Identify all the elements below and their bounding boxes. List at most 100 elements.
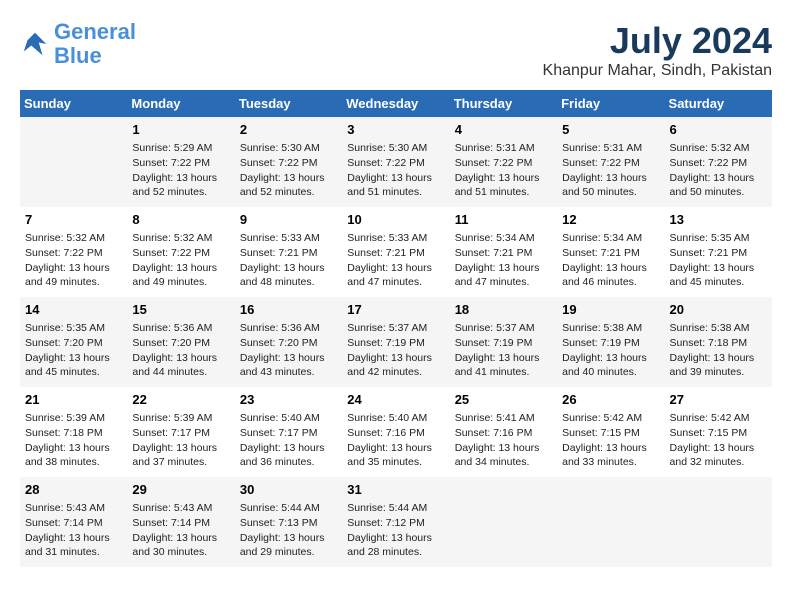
day-number: 2: [240, 121, 337, 139]
day-info: Sunrise: 5:31 AM Sunset: 7:22 PM Dayligh…: [455, 141, 552, 200]
logo-text: General Blue: [54, 20, 136, 68]
day-number: 26: [562, 391, 659, 409]
location: Khanpur Mahar, Sindh, Pakistan: [543, 62, 772, 80]
day-info: Sunrise: 5:29 AM Sunset: 7:22 PM Dayligh…: [132, 141, 229, 200]
calendar-cell: 1 Sunrise: 5:29 AM Sunset: 7:22 PM Daylig…: [127, 117, 234, 207]
day-info: Sunrise: 5:32 AM Sunset: 7:22 PM Dayligh…: [25, 231, 122, 290]
day-number: 27: [670, 391, 767, 409]
day-info: Sunrise: 5:43 AM Sunset: 7:14 PM Dayligh…: [25, 501, 122, 560]
day-info: Sunrise: 5:36 AM Sunset: 7:20 PM Dayligh…: [240, 321, 337, 380]
day-number: 7: [25, 211, 122, 229]
day-info: Sunrise: 5:34 AM Sunset: 7:21 PM Dayligh…: [455, 231, 552, 290]
title-section: July 2024 Khanpur Mahar, Sindh, Pakistan: [543, 20, 772, 80]
week-row-3: 14Sunrise: 5:35 AM Sunset: 7:20 PM Dayli…: [20, 297, 772, 387]
day-header-friday: Friday: [557, 90, 664, 117]
calendar-cell: 4 Sunrise: 5:31 AM Sunset: 7:22 PM Daylig…: [450, 117, 557, 207]
day-info: Sunrise: 5:42 AM Sunset: 7:15 PM Dayligh…: [562, 411, 659, 470]
calendar-cell: [450, 477, 557, 567]
calendar-cell: 2 Sunrise: 5:30 AM Sunset: 7:22 PM Daylig…: [235, 117, 342, 207]
calendar-cell: 21 Sunrise: 5:39 AM Sunset: 7:18 PM Dayli…: [20, 387, 127, 477]
day-info: Sunrise: 5:33 AM Sunset: 7:21 PM Dayligh…: [347, 231, 444, 290]
day-info: Sunrise: 5:38 AM Sunset: 7:18 PM Dayligh…: [670, 321, 767, 380]
calendar-cell: 30Sunrise: 5:44 AM Sunset: 7:13 PM Dayli…: [235, 477, 342, 567]
calendar-cell: 3Sunrise: 5:30 AM Sunset: 7:22 PM Daylig…: [342, 117, 449, 207]
calendar-cell: 10 Sunrise: 5:33 AM Sunset: 7:21 PM Dayli…: [342, 207, 449, 297]
day-header-tuesday: Tuesday: [235, 90, 342, 117]
day-info: Sunrise: 5:32 AM Sunset: 7:22 PM Dayligh…: [132, 231, 229, 290]
page-header: General Blue July 2024 Khanpur Mahar, Si…: [20, 20, 772, 80]
calendar-cell: 7 Sunrise: 5:32 AM Sunset: 7:22 PM Daylig…: [20, 207, 127, 297]
week-row-5: 28 Sunrise: 5:43 AM Sunset: 7:14 PM Dayli…: [20, 477, 772, 567]
day-number: 5: [562, 121, 659, 139]
calendar-cell: 23Sunrise: 5:40 AM Sunset: 7:17 PM Dayli…: [235, 387, 342, 477]
day-info: Sunrise: 5:40 AM Sunset: 7:17 PM Dayligh…: [240, 411, 337, 470]
calendar-cell: [557, 477, 664, 567]
calendar-cell: 15 Sunrise: 5:36 AM Sunset: 7:20 PM Dayli…: [127, 297, 234, 387]
day-number: 8: [132, 211, 229, 229]
day-number: 12: [562, 211, 659, 229]
calendar-cell: 13 Sunrise: 5:35 AM Sunset: 7:21 PM Dayli…: [665, 207, 772, 297]
day-info: Sunrise: 5:35 AM Sunset: 7:21 PM Dayligh…: [670, 231, 767, 290]
calendar-cell: 8 Sunrise: 5:32 AM Sunset: 7:22 PM Daylig…: [127, 207, 234, 297]
day-number: 15: [132, 301, 229, 319]
calendar-cell: 16 Sunrise: 5:36 AM Sunset: 7:20 PM Dayli…: [235, 297, 342, 387]
day-number: 10: [347, 211, 444, 229]
calendar-table: SundayMondayTuesdayWednesdayThursdayFrid…: [20, 90, 772, 567]
logo: General Blue: [20, 20, 136, 68]
day-number: 16: [240, 301, 337, 319]
day-number: 30: [240, 481, 337, 499]
calendar-cell: 6Sunrise: 5:32 AM Sunset: 7:22 PM Daylig…: [665, 117, 772, 207]
calendar-cell: 29Sunrise: 5:43 AM Sunset: 7:14 PM Dayli…: [127, 477, 234, 567]
calendar-cell: 28 Sunrise: 5:43 AM Sunset: 7:14 PM Dayli…: [20, 477, 127, 567]
day-number: 18: [455, 301, 552, 319]
day-number: 24: [347, 391, 444, 409]
calendar-cell: 22Sunrise: 5:39 AM Sunset: 7:17 PM Dayli…: [127, 387, 234, 477]
calendar-cell: [665, 477, 772, 567]
day-header-monday: Monday: [127, 90, 234, 117]
calendar-cell: 19Sunrise: 5:38 AM Sunset: 7:19 PM Dayli…: [557, 297, 664, 387]
calendar-cell: 24 Sunrise: 5:40 AM Sunset: 7:16 PM Dayli…: [342, 387, 449, 477]
day-number: 25: [455, 391, 552, 409]
calendar-cell: 27 Sunrise: 5:42 AM Sunset: 7:15 PM Dayli…: [665, 387, 772, 477]
day-info: Sunrise: 5:42 AM Sunset: 7:15 PM Dayligh…: [670, 411, 767, 470]
day-number: 31: [347, 481, 444, 499]
day-info: Sunrise: 5:37 AM Sunset: 7:19 PM Dayligh…: [347, 321, 444, 380]
day-info: Sunrise: 5:33 AM Sunset: 7:21 PM Dayligh…: [240, 231, 337, 290]
day-info: Sunrise: 5:39 AM Sunset: 7:18 PM Dayligh…: [25, 411, 122, 470]
calendar-header-row: SundayMondayTuesdayWednesdayThursdayFrid…: [20, 90, 772, 117]
day-info: Sunrise: 5:41 AM Sunset: 7:16 PM Dayligh…: [455, 411, 552, 470]
day-info: Sunrise: 5:39 AM Sunset: 7:17 PM Dayligh…: [132, 411, 229, 470]
day-info: Sunrise: 5:40 AM Sunset: 7:16 PM Dayligh…: [347, 411, 444, 470]
calendar-cell: 9 Sunrise: 5:33 AM Sunset: 7:21 PM Daylig…: [235, 207, 342, 297]
week-row-4: 21 Sunrise: 5:39 AM Sunset: 7:18 PM Dayli…: [20, 387, 772, 477]
day-header-sunday: Sunday: [20, 90, 127, 117]
calendar-cell: 12Sunrise: 5:34 AM Sunset: 7:21 PM Dayli…: [557, 207, 664, 297]
day-number: 4: [455, 121, 552, 139]
day-info: Sunrise: 5:32 AM Sunset: 7:22 PM Dayligh…: [670, 141, 767, 200]
calendar-cell: [20, 117, 127, 207]
day-number: 28: [25, 481, 122, 499]
calendar-cell: 26 Sunrise: 5:42 AM Sunset: 7:15 PM Dayli…: [557, 387, 664, 477]
day-number: 9: [240, 211, 337, 229]
day-info: Sunrise: 5:37 AM Sunset: 7:19 PM Dayligh…: [455, 321, 552, 380]
day-number: 20: [670, 301, 767, 319]
day-info: Sunrise: 5:30 AM Sunset: 7:22 PM Dayligh…: [240, 141, 337, 200]
calendar-cell: 11Sunrise: 5:34 AM Sunset: 7:21 PM Dayli…: [450, 207, 557, 297]
logo-line2: Blue: [54, 43, 102, 68]
calendar-cell: 14Sunrise: 5:35 AM Sunset: 7:20 PM Dayli…: [20, 297, 127, 387]
day-header-wednesday: Wednesday: [342, 90, 449, 117]
day-number: 13: [670, 211, 767, 229]
calendar-cell: 20 Sunrise: 5:38 AM Sunset: 7:18 PM Dayli…: [665, 297, 772, 387]
day-info: Sunrise: 5:31 AM Sunset: 7:22 PM Dayligh…: [562, 141, 659, 200]
day-number: 19: [562, 301, 659, 319]
day-info: Sunrise: 5:44 AM Sunset: 7:12 PM Dayligh…: [347, 501, 444, 560]
day-info: Sunrise: 5:36 AM Sunset: 7:20 PM Dayligh…: [132, 321, 229, 380]
logo-icon: [20, 29, 50, 59]
month-year: July 2024: [543, 20, 772, 62]
day-info: Sunrise: 5:35 AM Sunset: 7:20 PM Dayligh…: [25, 321, 122, 380]
day-number: 1: [132, 121, 229, 139]
calendar-cell: 17Sunrise: 5:37 AM Sunset: 7:19 PM Dayli…: [342, 297, 449, 387]
day-number: 21: [25, 391, 122, 409]
calendar-cell: 5 Sunrise: 5:31 AM Sunset: 7:22 PM Daylig…: [557, 117, 664, 207]
day-info: Sunrise: 5:43 AM Sunset: 7:14 PM Dayligh…: [132, 501, 229, 560]
